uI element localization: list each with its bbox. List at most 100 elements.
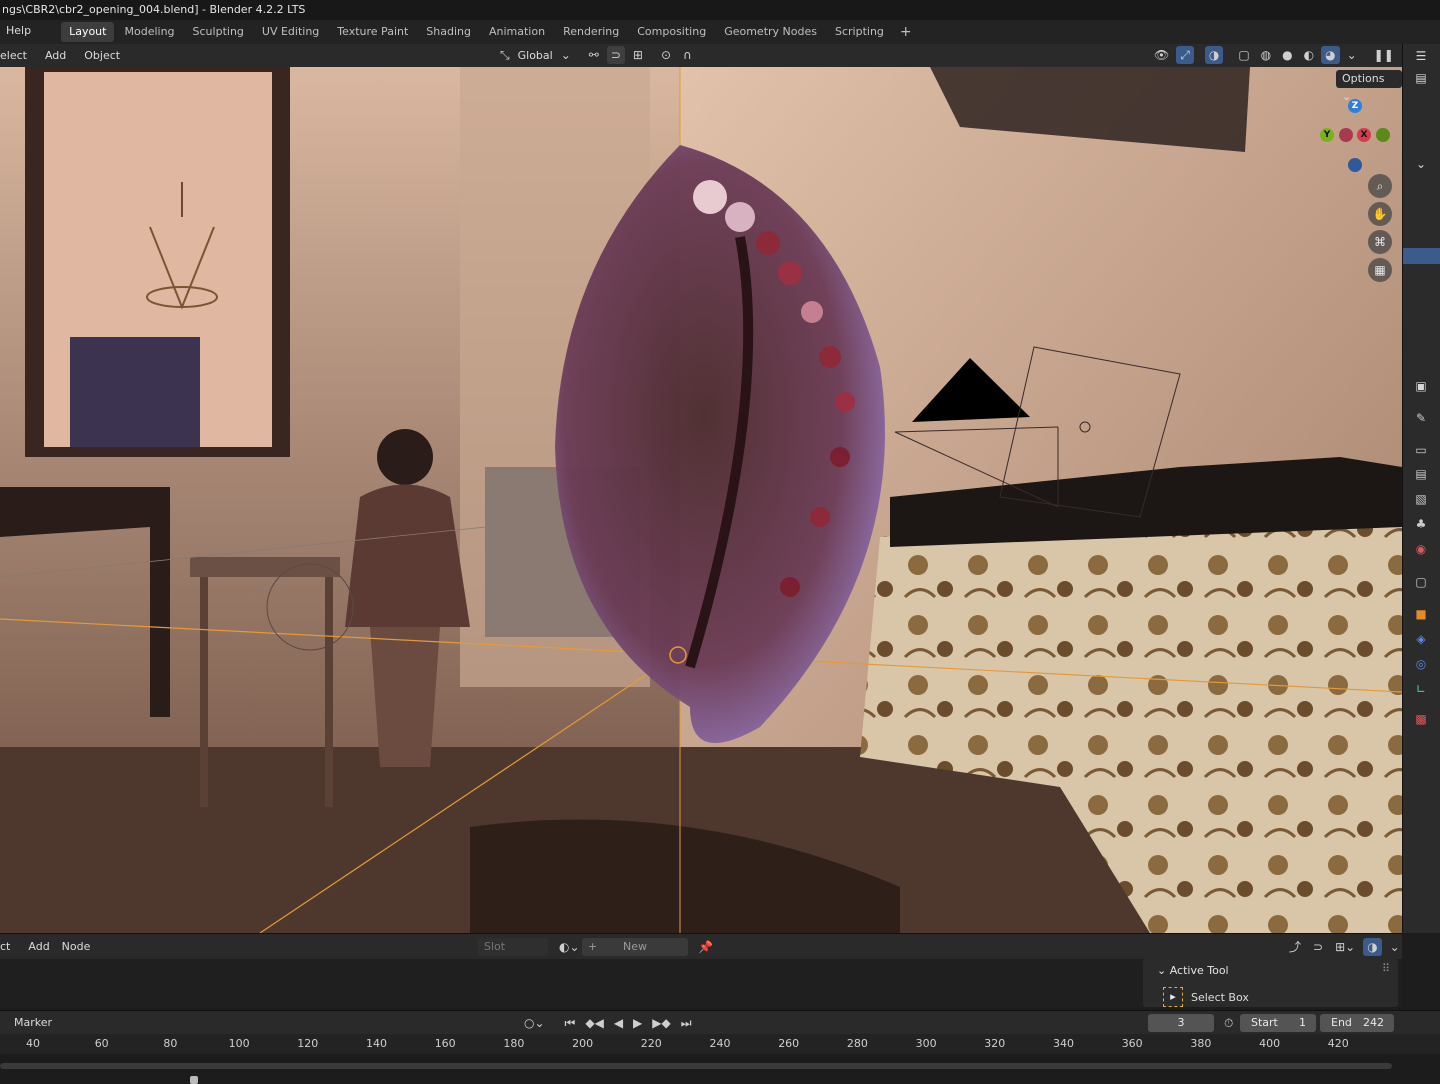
tab-texture-paint[interactable]: Texture Paint <box>329 22 416 42</box>
play-reverse-icon[interactable]: ◀ <box>610 1014 627 1032</box>
properties-editor-icon[interactable]: ▣ <box>1411 376 1431 396</box>
modifier-tab-icon[interactable]: ◈ <box>1411 629 1431 649</box>
wireframe-shading-icon[interactable]: ◍ <box>1257 46 1275 64</box>
active-tool-title-row[interactable]: ⌄ Active Tool <box>1157 964 1229 977</box>
world-tab-icon[interactable]: ◉ <box>1411 539 1431 559</box>
play-icon[interactable]: ▶ <box>629 1014 646 1032</box>
parent-node-icon[interactable]: ⤴ <box>1285 938 1305 956</box>
render-tab-icon[interactable]: ▭ <box>1411 440 1431 460</box>
add-menu[interactable]: Add <box>22 936 55 958</box>
active-tool-panel: ⌄ Active Tool ⠿ ▸ Select Box <box>1143 959 1398 1007</box>
select-box-icon[interactable]: ▸ <box>1163 987 1183 1007</box>
physics-tab-icon[interactable]: ◎ <box>1411 654 1431 674</box>
pin-icon[interactable]: 📌 <box>694 938 717 956</box>
neg-z-axis-dot[interactable] <box>1348 158 1362 172</box>
transform-orientation-icon[interactable]: ⤡ <box>496 46 514 64</box>
snap-icon[interactable]: ⊃ <box>606 46 625 64</box>
tab-compositing[interactable]: Compositing <box>629 22 714 42</box>
prev-keyframe-icon[interactable]: ◆◀ <box>581 1014 607 1032</box>
node-menu[interactable]: Node <box>56 936 97 958</box>
tab-sculpting[interactable]: Sculpting <box>185 22 252 42</box>
panel-drag-icon[interactable]: ⠿ <box>1382 962 1390 975</box>
timeline-area[interactable] <box>0 1054 1440 1084</box>
camera-view-icon[interactable]: ⌘ <box>1368 230 1392 254</box>
tab-shading[interactable]: Shading <box>418 22 479 42</box>
select-menu[interactable]: ct <box>0 936 16 958</box>
object-data-tab-icon[interactable]: ∟ <box>1411 679 1431 699</box>
chevron-down-icon[interactable]: ⌄ <box>1343 46 1361 64</box>
y-axis-label[interactable]: Y <box>1320 128 1334 142</box>
view-layer-tab-icon[interactable]: ▧ <box>1411 489 1431 509</box>
viewport-header: elect Add Object ⤡ Global ⌄ ⚯ ⊃ ⊞ ⊙ ∩ 👁 … <box>0 44 1402 67</box>
node-editor-header: ct Add Node Slot ◐⌄ + New 📌 ⤴ ⊃ ⊞⌄ ◑ ⌄ <box>0 933 1402 959</box>
tab-animation[interactable]: Animation <box>481 22 553 42</box>
selected-outliner-row[interactable] <box>1403 248 1440 264</box>
perspective-grid-icon[interactable]: ▦ <box>1368 258 1392 282</box>
outliner-editor-icon[interactable]: ☰ <box>1411 46 1431 66</box>
pause-render-icon[interactable]: ❚❚ <box>1370 46 1398 64</box>
gizmo-toggle-icon[interactable]: ⤢ <box>1176 46 1194 64</box>
material-browse-icon[interactable]: ◐⌄ <box>555 938 584 956</box>
auto-keying-icon[interactable]: ○⌄ <box>520 1014 549 1032</box>
3d-viewport[interactable]: Z Y X ⌕ ✋ ⌘ ▦ Options ⌄ <box>0 67 1402 933</box>
add-workspace-button[interactable]: + <box>894 24 918 40</box>
chevron-down-icon[interactable]: ⌄ <box>1386 938 1404 956</box>
overlay-toggle-icon[interactable]: ◑ <box>1204 46 1224 64</box>
preview-range-icon[interactable]: ⏱ <box>1220 1014 1237 1032</box>
xray-icon[interactable]: ▢ <box>1234 46 1253 64</box>
tab-rendering[interactable]: Rendering <box>555 22 627 42</box>
top-menubar: Help Layout Modeling Sculpting UV Editing Te… <box>0 20 1440 44</box>
tab-geometry-nodes[interactable]: Geometry Nodes <box>716 22 825 42</box>
marker-menu[interactable]: Marker <box>8 1012 58 1034</box>
zoom-icon[interactable]: ⌕ <box>1368 174 1392 198</box>
transform-orientation-dropdown[interactable]: Global <box>518 49 553 62</box>
proportional-edit-icon[interactable]: ⊙ <box>657 46 675 64</box>
jump-start-icon[interactable]: ⏮ <box>561 1014 580 1032</box>
snap-target-icon[interactable]: ⊞⌄ <box>1331 938 1359 956</box>
timeline-ruler[interactable]: 40 60 80 100 120 140 160 180 200 220 240 260 280 300 3… <box>0 1034 1440 1054</box>
ruler-tick-label: 420 <box>1327 1037 1349 1050</box>
solid-shading-icon[interactable]: ● <box>1278 46 1296 64</box>
neg-y-axis-dot[interactable] <box>1376 128 1390 142</box>
navigation-gizmo[interactable]: Z Y X <box>1320 97 1390 177</box>
tab-uv-editing[interactable]: UV Editing <box>254 22 327 42</box>
neg-x-axis-dot[interactable] <box>1339 128 1353 142</box>
collection-tab-icon[interactable]: ▢ <box>1411 572 1431 592</box>
tool-tab-icon[interactable]: ✎ <box>1411 408 1431 428</box>
material-shading-icon[interactable]: ◐ <box>1300 46 1318 64</box>
tab-modeling[interactable]: Modeling <box>116 22 182 42</box>
start-frame-field[interactable]: Start 1 <box>1240 1014 1316 1032</box>
add-menu[interactable]: Add <box>39 45 72 67</box>
scene-tab-icon[interactable]: ♣ <box>1411 514 1431 534</box>
slot-dropdown[interactable]: Slot <box>478 938 548 956</box>
tab-layout[interactable]: Layout <box>61 22 115 42</box>
next-keyframe-icon[interactable]: ▶◆ <box>648 1014 674 1032</box>
rendered-shading-icon[interactable]: ◕ <box>1321 46 1340 64</box>
snap-icon[interactable]: ⊃ <box>1309 938 1327 956</box>
tab-scripting[interactable]: Scripting <box>827 22 892 42</box>
object-menu[interactable]: Object <box>78 45 126 67</box>
pivot-icon[interactable]: ⚯ <box>585 46 603 64</box>
help-menu[interactable]: Help <box>0 20 37 44</box>
properties-tabs: ☰ ▤ ⌄ ▣ ✎ ▭ ▤ ▧ ♣ ◉ ▢ ■ ◈ ◎ ∟ ▩ <box>1402 44 1440 933</box>
new-material-button[interactable]: + New <box>582 938 688 956</box>
object-tab-icon[interactable]: ■ <box>1411 604 1431 624</box>
overlay-toggle-icon[interactable]: ◑ <box>1363 938 1382 956</box>
falloff-icon[interactable]: ∩ <box>679 46 696 64</box>
jump-end-icon[interactable]: ⏭ <box>677 1014 696 1032</box>
material-tab-icon[interactable]: ▩ <box>1411 709 1431 729</box>
x-axis-label[interactable]: X <box>1357 128 1371 142</box>
outliner-filter-icon[interactable]: ▤ <box>1411 68 1431 88</box>
output-tab-icon[interactable]: ▤ <box>1411 464 1431 484</box>
visibility-icon[interactable]: 👁 <box>1150 46 1173 64</box>
timeline-scroll-handle[interactable] <box>190 1076 198 1084</box>
options-dropdown[interactable]: Options ⌄ <box>1336 70 1402 103</box>
timeline-scrollbar[interactable] <box>0 1063 1392 1069</box>
select-menu[interactable]: elect <box>0 45 33 67</box>
pan-hand-icon[interactable]: ✋ <box>1368 202 1392 226</box>
end-frame-field[interactable]: End 242 <box>1320 1014 1394 1032</box>
scroll-chevron-icon[interactable]: ⌄ <box>1411 154 1431 174</box>
chevron-down-icon[interactable]: ⌄ <box>557 46 575 64</box>
current-frame-field[interactable]: 3 <box>1148 1014 1214 1032</box>
snap-target-icon[interactable]: ⊞ <box>629 46 647 64</box>
